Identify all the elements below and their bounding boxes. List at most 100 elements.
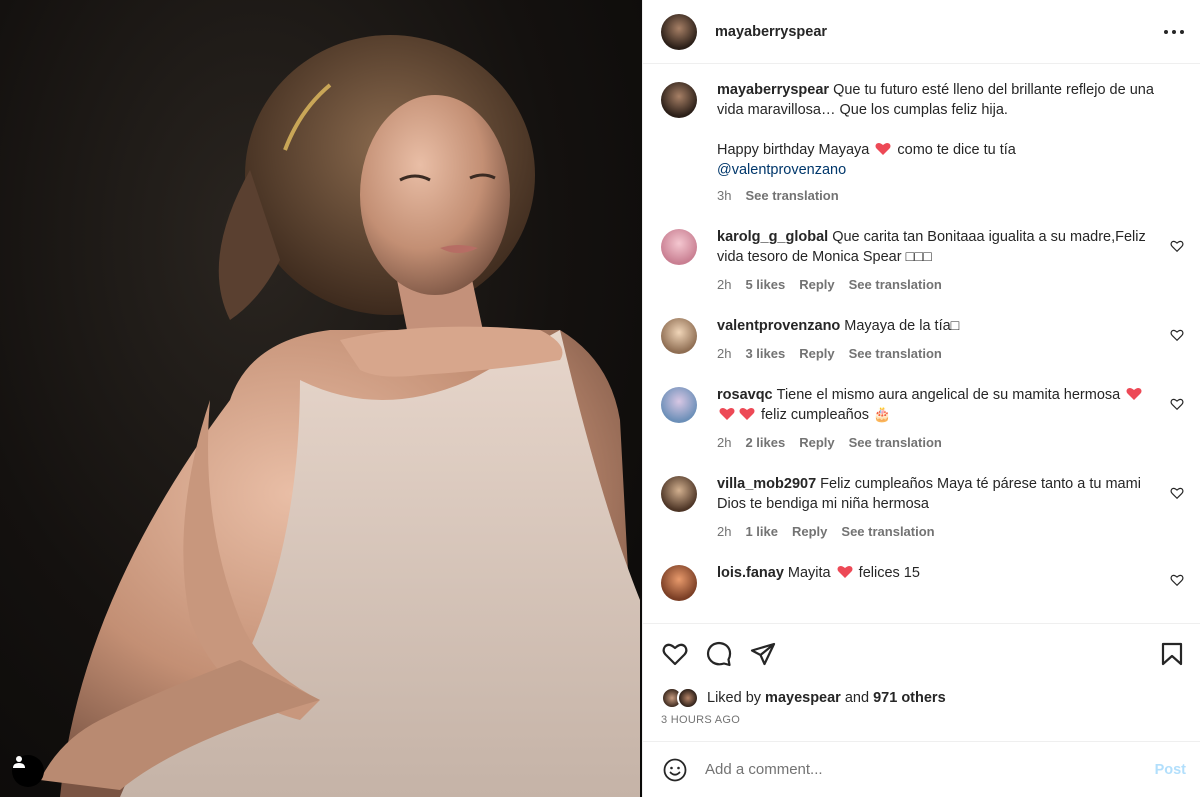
- heart-emoji-icon: [739, 407, 755, 420]
- like-comment-heart-icon[interactable]: [1170, 486, 1184, 500]
- comment-body: valentprovenzano Mayaya de la tía□ 2h 3 l…: [717, 316, 1184, 361]
- comment-likes[interactable]: 2 likes: [745, 435, 785, 450]
- reply-button[interactable]: Reply: [799, 277, 834, 292]
- comment-time[interactable]: 2h: [717, 524, 731, 539]
- comment-bubble-icon: [706, 641, 732, 666]
- caption-line2: Happy birthday Mayaya como te dice tu tí…: [717, 140, 1158, 160]
- user-icon: [13, 756, 25, 768]
- comment-username[interactable]: rosavqc: [717, 387, 773, 403]
- caption-time[interactable]: 3h: [717, 188, 731, 203]
- comment-likes[interactable]: 3 likes: [745, 346, 785, 361]
- reply-button[interactable]: Reply: [799, 435, 834, 450]
- comment-message: Mayaya de la tía□: [844, 318, 960, 334]
- like-comment-heart-icon[interactable]: [1170, 397, 1184, 411]
- comment-item: valentprovenzano Mayaya de la tía□ 2h 3 l…: [661, 316, 1184, 361]
- comment-username[interactable]: karolg_g_global: [717, 229, 828, 245]
- post-side-panel: mayaberryspear mayaberryspear Que tu futu…: [642, 0, 1200, 797]
- post-photo: [0, 0, 642, 797]
- comment-body: villa_mob2907 Feliz cumpleaños Maya té pá…: [717, 474, 1184, 539]
- comment-button[interactable]: [705, 640, 733, 668]
- emoji-picker-button[interactable]: [661, 756, 689, 784]
- liked-by-text: Liked by mayespear and 971 others: [707, 690, 946, 706]
- post-header: mayaberryspear: [643, 0, 1200, 64]
- comment-message-tail: felices 15: [858, 565, 920, 581]
- comment-item: lois.fanay Mayita felices 15: [661, 563, 1184, 601]
- bookmark-icon: [1161, 642, 1183, 665]
- post-comment-button[interactable]: Post: [1155, 762, 1186, 778]
- send-paper-plane-icon: [750, 642, 776, 665]
- comment-input[interactable]: [705, 761, 1155, 778]
- caption-mention-link[interactable]: @valentprovenzano: [717, 162, 846, 178]
- author-avatar[interactable]: [661, 13, 697, 50]
- heart-emoji-icon: [837, 565, 853, 578]
- comment-message: Tiene el mismo aura angelical de su mami…: [776, 387, 1121, 403]
- post-timestamp[interactable]: 3 HOURS AGO: [661, 714, 1182, 726]
- comment-composer: Post: [643, 741, 1200, 797]
- comment-meta: 2h 1 like Reply See translation: [717, 524, 1158, 539]
- comment-meta: 2h 3 likes Reply See translation: [717, 346, 1158, 361]
- comment-likes[interactable]: 5 likes: [745, 277, 785, 292]
- save-button[interactable]: [1158, 640, 1186, 668]
- comments-list[interactable]: mayaberryspear Que tu futuro esté lleno d…: [643, 64, 1200, 623]
- commenter-avatar[interactable]: [661, 476, 697, 512]
- comment-text: karolg_g_global Que carita tan Bonitaaa i…: [717, 227, 1158, 267]
- more-options-button[interactable]: [1162, 20, 1186, 44]
- see-translation-link[interactable]: See translation: [849, 346, 942, 361]
- commenter-avatar[interactable]: [661, 318, 697, 354]
- commenter-avatar[interactable]: [661, 387, 697, 423]
- heart-emoji-icon: [1126, 387, 1142, 400]
- like-button[interactable]: [661, 640, 689, 668]
- caption-tia-text: como te dice tu tía: [897, 142, 1016, 158]
- comment-username[interactable]: valentprovenzano: [717, 318, 840, 334]
- comment-item: rosavqc Tiene el mismo aura angelical de …: [661, 385, 1184, 450]
- caption-username[interactable]: mayaberryspear: [717, 82, 829, 98]
- comment-item: karolg_g_global Que carita tan Bonitaaa i…: [661, 227, 1184, 292]
- tagged-users-button[interactable]: [12, 755, 44, 787]
- caption-birthday-text: Happy birthday Mayaya: [717, 142, 870, 158]
- liked-by-prefix: Liked by: [707, 690, 762, 706]
- share-button[interactable]: [749, 640, 777, 668]
- like-comment-heart-icon[interactable]: [1170, 573, 1184, 587]
- heart-icon: [662, 643, 688, 665]
- likes-count-link[interactable]: 971 others: [873, 690, 946, 706]
- liker-avatars[interactable]: [661, 687, 701, 709]
- comment-message-tail: feliz cumpleaños: [761, 407, 870, 423]
- author-avatar[interactable]: [661, 82, 697, 118]
- comment-username[interactable]: villa_mob2907: [717, 476, 816, 492]
- see-translation-link[interactable]: See translation: [849, 277, 942, 292]
- comment-body: lois.fanay Mayita felices 15: [717, 563, 1184, 601]
- caption: mayaberryspear Que tu futuro esté lleno d…: [661, 80, 1184, 203]
- heart-emoji-icon: [875, 142, 891, 155]
- likes-section: Liked by mayespear and 971 others 3 HOUR…: [643, 683, 1200, 741]
- comment-time[interactable]: 2h: [717, 346, 731, 361]
- caption-meta: 3h See translation: [717, 188, 1158, 203]
- like-comment-heart-icon[interactable]: [1170, 239, 1184, 253]
- author-username[interactable]: mayaberryspear: [715, 24, 1162, 40]
- liked-by-and: and: [844, 690, 870, 706]
- see-translation-link[interactable]: See translation: [849, 435, 942, 450]
- commenter-avatar[interactable]: [661, 565, 697, 601]
- comment-likes[interactable]: 1 like: [745, 524, 778, 539]
- see-translation-link[interactable]: See translation: [841, 524, 934, 539]
- comment-time[interactable]: 2h: [717, 277, 731, 292]
- comment-body: rosavqc Tiene el mismo aura angelical de …: [717, 385, 1184, 450]
- comment-item: villa_mob2907 Feliz cumpleaños Maya té pá…: [661, 474, 1184, 539]
- comment-body: karolg_g_global Que carita tan Bonitaaa i…: [717, 227, 1184, 292]
- comment-time[interactable]: 2h: [717, 435, 731, 450]
- liker-username[interactable]: mayespear: [765, 690, 841, 706]
- comment-text: villa_mob2907 Feliz cumpleaños Maya té pá…: [717, 474, 1158, 514]
- cake-emoji-icon: 🎂: [873, 407, 892, 423]
- comment-text: rosavqc Tiene el mismo aura angelical de …: [717, 385, 1158, 425]
- liked-by-row: Liked by mayespear and 971 others: [661, 683, 1182, 713]
- comment-username[interactable]: lois.fanay: [717, 565, 784, 581]
- smiley-icon: [663, 758, 687, 781]
- caption-body: mayaberryspear Que tu futuro esté lleno d…: [717, 80, 1184, 203]
- instagram-post-modal: mayaberryspear mayaberryspear Que tu futu…: [0, 0, 1200, 797]
- reply-button[interactable]: Reply: [792, 524, 827, 539]
- action-bar: [643, 623, 1200, 683]
- comment-meta: 2h 2 likes Reply See translation: [717, 435, 1158, 450]
- reply-button[interactable]: Reply: [799, 346, 834, 361]
- commenter-avatar[interactable]: [661, 229, 697, 265]
- like-comment-heart-icon[interactable]: [1170, 328, 1184, 342]
- see-translation-link[interactable]: See translation: [745, 188, 838, 203]
